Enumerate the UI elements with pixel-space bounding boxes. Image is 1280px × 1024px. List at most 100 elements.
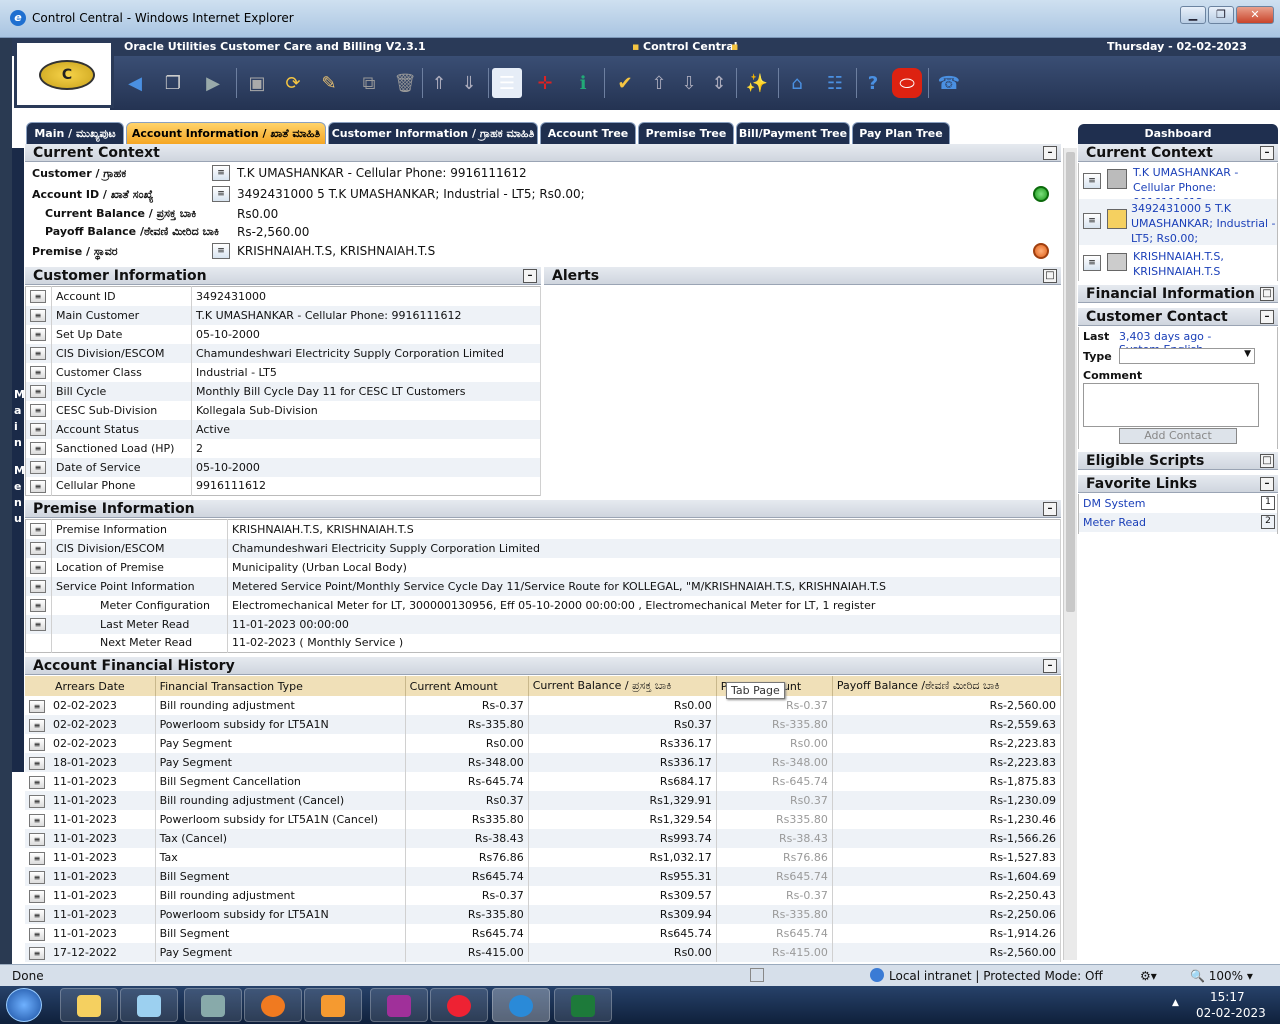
move-down-icon[interactable]: ⇓ xyxy=(454,68,484,98)
favorite-link[interactable]: DM System xyxy=(1083,497,1145,510)
context-menu-icon[interactable]: ≡ xyxy=(29,794,45,808)
context-menu-icon[interactable]: ≡ xyxy=(29,756,45,770)
tab-premise-tree[interactable]: Premise Tree xyxy=(638,122,734,144)
collapse-button[interactable]: – xyxy=(1260,146,1274,160)
split-icon[interactable]: ⇕ xyxy=(704,68,734,98)
tab-pay-plan-tree[interactable]: Pay Plan Tree xyxy=(852,122,950,144)
zoom-level[interactable]: 🔍 100% ▾ xyxy=(1190,969,1253,983)
save-icon[interactable]: ▣ xyxy=(242,68,272,98)
table-row[interactable]: ≡ 11-01-2023 Bill rounding adjustment (Ca… xyxy=(25,791,1062,810)
context-menu-icon[interactable]: ≡ xyxy=(29,718,45,732)
premise-status-indicator-icon[interactable] xyxy=(1033,243,1049,259)
context-menu-icon[interactable]: ≡ xyxy=(30,423,46,436)
tab-account-tree[interactable]: Account Tree xyxy=(540,122,636,144)
delete-icon[interactable]: 🗑 xyxy=(390,68,420,98)
column-header[interactable]: Payoff Balance /ಠೇವಣಿ ಮೀರಿದ ಬಾಕಿ xyxy=(832,676,1062,696)
context-menu-icon[interactable]: ≡ xyxy=(1083,255,1101,271)
main-scrollbar[interactable] xyxy=(1063,148,1077,960)
computer-taskbar-button[interactable] xyxy=(184,988,242,1022)
user-list-icon[interactable]: ☷ xyxy=(820,68,850,98)
table-row[interactable]: ≡ 02-02-2023 Bill rounding adjustment Rs-… xyxy=(25,696,1062,715)
context-menu-icon[interactable]: ≡ xyxy=(29,870,45,884)
up-icon[interactable]: ⇧ xyxy=(644,68,674,98)
table-row[interactable]: ≡ 11-01-2023 Powerloom subsidy for LT5A1N… xyxy=(25,810,1062,829)
start-button[interactable] xyxy=(6,988,42,1022)
column-header[interactable]: Current Amount xyxy=(405,676,529,696)
phone-icon[interactable]: ☎ xyxy=(934,68,964,98)
help-icon[interactable]: ? xyxy=(858,68,888,98)
clear-icon[interactable]: ✎ xyxy=(314,68,344,98)
context-menu-icon[interactable]: ≡ xyxy=(29,699,45,713)
context-menu-icon[interactable]: ≡ xyxy=(29,813,45,827)
collapse-button[interactable]: – xyxy=(1260,310,1274,324)
winrar-taskbar-button[interactable] xyxy=(370,988,428,1022)
history-icon[interactable]: ❐ xyxy=(158,68,188,98)
down-icon[interactable]: ⇩ xyxy=(674,68,704,98)
context-menu-icon[interactable]: ≡ xyxy=(1083,213,1101,229)
table-row[interactable]: ≡ 02-02-2023 Pay Segment Rs0.00 Rs336.17 … xyxy=(25,734,1062,753)
minimize-button[interactable]: ▁ xyxy=(1180,6,1206,24)
table-row[interactable]: ≡ 17-12-2022 Pay Segment Rs-415.00 Rs0.00… xyxy=(25,943,1062,962)
target-icon[interactable]: ✛ xyxy=(530,68,560,98)
firefox-taskbar-button[interactable] xyxy=(244,988,302,1022)
collapse-button[interactable]: – xyxy=(1043,659,1057,673)
table-row[interactable]: ≡ 02-02-2023 Powerloom subsidy for LT5A1N… xyxy=(25,715,1062,734)
oracle-logo-icon[interactable]: ⬭ xyxy=(892,68,922,98)
context-menu-icon[interactable]: ≡ xyxy=(212,186,230,202)
collapse-button[interactable]: – xyxy=(1043,146,1057,160)
forward-arrow-icon[interactable]: ▶ xyxy=(198,68,228,98)
column-header[interactable]: Arrears Date xyxy=(25,676,156,696)
tab-account-information[interactable]: Account Information / ಖಾತೆ ಮಾಹಿತಿ xyxy=(126,122,326,144)
dashboard-premise-link[interactable]: KRISHNAIAH.T.S, KRISHNAIAH.T.S xyxy=(1133,249,1279,279)
notepad-taskbar-button[interactable] xyxy=(120,988,178,1022)
context-menu-icon[interactable]: ≡ xyxy=(30,618,46,631)
chrome-taskbar-button[interactable] xyxy=(430,988,488,1022)
table-row[interactable]: ≡ 11-01-2023 Tax (Cancel) Rs-38.43 Rs993.… xyxy=(25,829,1062,848)
media-player-taskbar-button[interactable] xyxy=(304,988,362,1022)
checkmark-icon[interactable]: ✔ xyxy=(610,68,640,98)
back-arrow-icon[interactable]: ◀ xyxy=(120,68,150,98)
context-menu-icon[interactable]: ≡ xyxy=(30,479,46,493)
context-menu-icon[interactable]: ≡ xyxy=(29,737,45,751)
tab-bill-payment-tree[interactable]: Bill/Payment Tree xyxy=(736,122,850,144)
context-menu-icon[interactable]: ≡ xyxy=(30,580,46,593)
protected-mode-icon[interactable]: ⚙▾ xyxy=(1140,969,1157,983)
comment-textarea[interactable] xyxy=(1083,383,1259,427)
context-menu-icon[interactable]: ≡ xyxy=(30,309,46,322)
collapse-button[interactable]: – xyxy=(1260,477,1274,491)
refresh-icon[interactable]: ⟳ xyxy=(278,68,308,98)
contact-type-select[interactable]: ▼ xyxy=(1119,348,1255,364)
context-menu-icon[interactable]: ≡ xyxy=(29,851,45,865)
column-header[interactable]: Current Balance / ಪ್ರಸಕ್ತ ಬಾಕಿ xyxy=(528,676,717,696)
context-menu-icon[interactable]: ≡ xyxy=(30,561,46,574)
context-menu-icon[interactable]: ≡ xyxy=(1083,173,1101,189)
expand-button[interactable]: □ xyxy=(1043,269,1057,283)
context-menu-icon[interactable]: ≡ xyxy=(29,775,45,789)
context-menu-icon[interactable]: ≡ xyxy=(29,927,45,941)
home-icon[interactable]: ⌂ xyxy=(782,68,812,98)
collapse-button[interactable]: – xyxy=(523,269,537,283)
context-menu-icon[interactable]: ≡ xyxy=(30,366,46,379)
move-up-icon[interactable]: ⇑ xyxy=(424,68,454,98)
context-menu-icon[interactable]: ≡ xyxy=(29,832,45,846)
maximize-button[interactable]: ❐ xyxy=(1208,6,1234,24)
context-menu-icon[interactable]: ≡ xyxy=(30,347,46,360)
table-row[interactable]: ≡ 11-01-2023 Bill Segment Rs645.74 Rs955.… xyxy=(25,867,1062,886)
add-contact-button[interactable]: Add Contact xyxy=(1119,428,1237,444)
table-row[interactable]: ≡ 11-01-2023 Bill rounding adjustment Rs-… xyxy=(25,886,1062,905)
table-row[interactable]: ≡ 11-01-2023 Tax Rs76.86 Rs1,032.17 Rs76.… xyxy=(25,848,1062,867)
context-menu-icon[interactable]: ≡ xyxy=(30,542,46,555)
tray-arrow-icon[interactable]: ▲ xyxy=(1172,998,1179,1008)
excel-taskbar-button[interactable] xyxy=(554,988,612,1022)
user-info-icon[interactable]: ℹ xyxy=(568,68,598,98)
ie-taskbar-button[interactable] xyxy=(492,988,550,1022)
explorer-taskbar-button[interactable] xyxy=(60,988,118,1022)
favorite-link[interactable]: Meter Read xyxy=(1083,516,1146,529)
table-row[interactable]: ≡ 11-01-2023 Powerloom subsidy for LT5A1N… xyxy=(25,905,1062,924)
scrollbar-thumb[interactable] xyxy=(1066,152,1075,612)
context-menu-icon[interactable]: ≡ xyxy=(30,385,46,398)
context-menu-icon[interactable]: ≡ xyxy=(212,243,230,259)
context-menu-icon[interactable]: ≡ xyxy=(29,908,45,922)
account-status-indicator-icon[interactable] xyxy=(1033,186,1049,202)
table-row[interactable]: ≡ 18-01-2023 Pay Segment Rs-348.00 Rs336.… xyxy=(25,753,1062,772)
